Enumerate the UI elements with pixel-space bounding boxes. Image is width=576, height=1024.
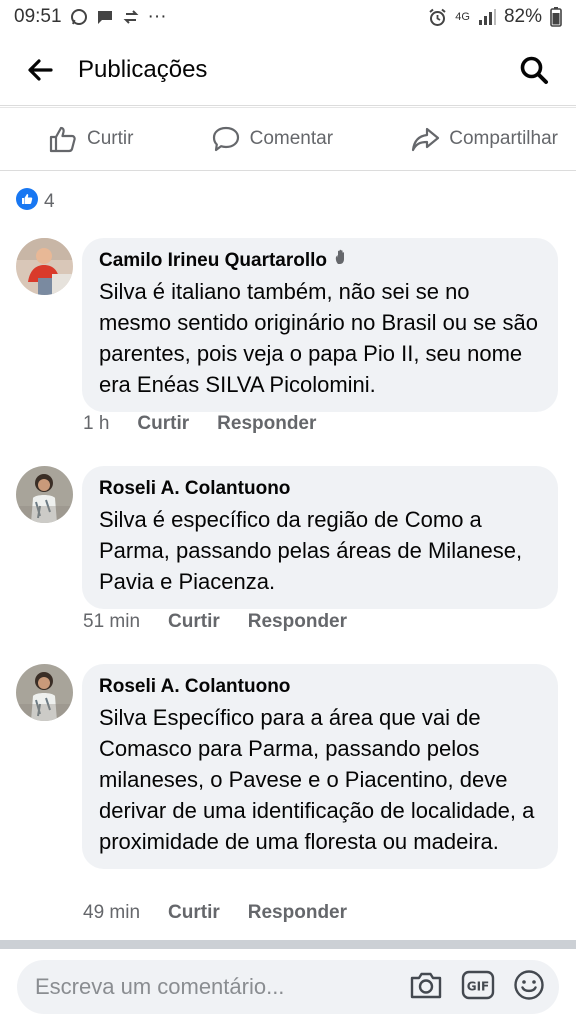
battery-percent: 82% — [503, 6, 542, 27]
alarm-icon — [428, 8, 447, 27]
comment-like-link[interactable]: Curtir — [168, 902, 220, 924]
like-button[interactable]: Curtir — [48, 124, 133, 154]
comment-like-link[interactable]: Curtir — [168, 611, 220, 633]
comment-button[interactable]: Comentar — [211, 124, 333, 154]
comment-meta: 49 min Curtir Responder — [83, 902, 347, 924]
like-label: Curtir — [87, 128, 134, 149]
comment-composer: GIF — [17, 960, 559, 1014]
comment-author[interactable]: Roseli A. Colantuono — [99, 476, 542, 502]
status-time: 09:51 — [14, 6, 62, 27]
avatar[interactable] — [16, 238, 73, 295]
comment-reply-link[interactable]: Responder — [217, 413, 316, 435]
back-arrow-icon[interactable] — [22, 52, 58, 88]
reactions-count: 4 — [44, 191, 55, 212]
search-icon[interactable] — [514, 50, 554, 90]
comment-time: 49 min — [83, 902, 141, 923]
share-button[interactable]: Compartilhar — [410, 124, 558, 154]
comment-bubble[interactable]: Roseli A. Colantuono Silva Específico pa… — [82, 664, 558, 869]
share-icon — [410, 124, 440, 154]
more-notifications: ··· — [147, 6, 167, 27]
signal-icon — [478, 9, 496, 25]
comment-author[interactable]: Camilo Irineu Quartarollo — [99, 248, 542, 274]
network-type: 4G — [455, 10, 470, 23]
comment-bubble[interactable]: Roseli A. Colantuono Silva é específico … — [82, 466, 558, 609]
comment-time: 1 h — [83, 413, 110, 434]
comment-time: 51 min — [83, 611, 141, 632]
reactions-summary[interactable]: 4 — [16, 188, 55, 216]
whatsapp-icon — [70, 8, 88, 26]
gif-icon[interactable]: GIF — [461, 970, 495, 1005]
comment-reply-link[interactable]: Responder — [248, 902, 347, 924]
svg-text:GIF: GIF — [467, 979, 490, 993]
comment-reply-link[interactable]: Responder — [248, 611, 347, 633]
share-label: Compartilhar — [449, 128, 558, 149]
status-bar: 09:51 ··· 4G 82% — [0, 0, 576, 34]
comment-meta: 1 h Curtir Responder — [83, 413, 316, 435]
sync-icon — [122, 8, 140, 26]
page-title: Publicações — [78, 55, 208, 83]
like-reaction-icon — [16, 188, 38, 216]
author-name[interactable]: Camilo Irineu Quartarollo — [99, 248, 327, 274]
author-name[interactable]: Roseli A. Colantuono — [99, 674, 290, 700]
comment-meta: 51 min Curtir Responder — [83, 611, 347, 633]
comment-bubble[interactable]: Camilo Irineu Quartarollo Silva é italia… — [82, 238, 558, 412]
battery-icon — [550, 7, 562, 27]
camera-icon[interactable] — [409, 970, 443, 1005]
hand-badge-icon — [333, 248, 351, 274]
author-name[interactable]: Roseli A. Colantuono — [99, 476, 290, 502]
comment-text: Silva é italiano também, não sei se no m… — [99, 279, 539, 397]
comment-icon — [211, 124, 241, 154]
app-bar: Publicações — [0, 34, 576, 106]
comment-label: Comentar — [249, 128, 334, 149]
emoji-icon[interactable] — [513, 969, 545, 1006]
comment-text: Silva Específico para a área que vai de … — [99, 705, 535, 854]
comment-like-link[interactable]: Curtir — [137, 413, 189, 435]
avatar[interactable] — [16, 466, 73, 523]
comment-text: Silva é específico da região de Como a P… — [99, 507, 523, 594]
thumbs-up-icon — [48, 124, 78, 154]
comment-input[interactable] — [35, 974, 365, 1000]
comment-author[interactable]: Roseli A. Colantuono — [99, 674, 542, 700]
post-actions-bar: Curtir Comentar Compartilhar — [0, 107, 576, 171]
message-icon — [96, 8, 114, 26]
divider — [0, 940, 576, 949]
avatar[interactable] — [16, 664, 73, 721]
